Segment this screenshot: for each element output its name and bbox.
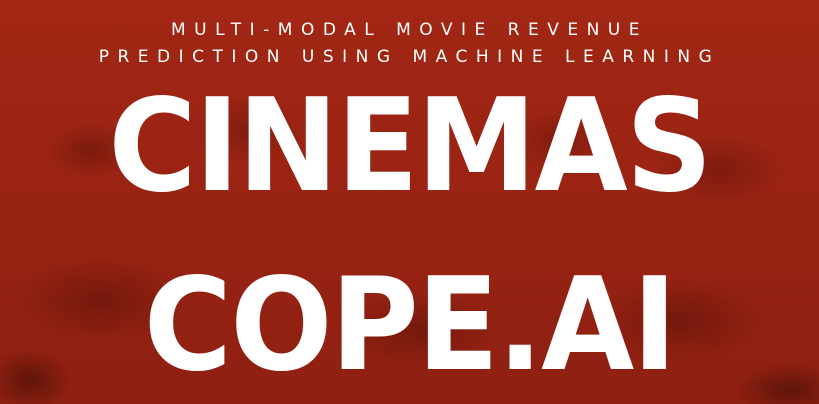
title-line-1: CINEMAS	[108, 72, 712, 221]
hero-banner: MULTI-MODAL MOVIE REVENUE PREDICTION USI…	[0, 0, 819, 404]
title-line-2: COPE.AI	[143, 251, 677, 400]
subtitle-line-1: MULTI-MODAL MOVIE REVENUE	[171, 20, 648, 40]
subtitle-line-2: PREDICTION USING MACHINE LEARNING	[98, 47, 721, 67]
